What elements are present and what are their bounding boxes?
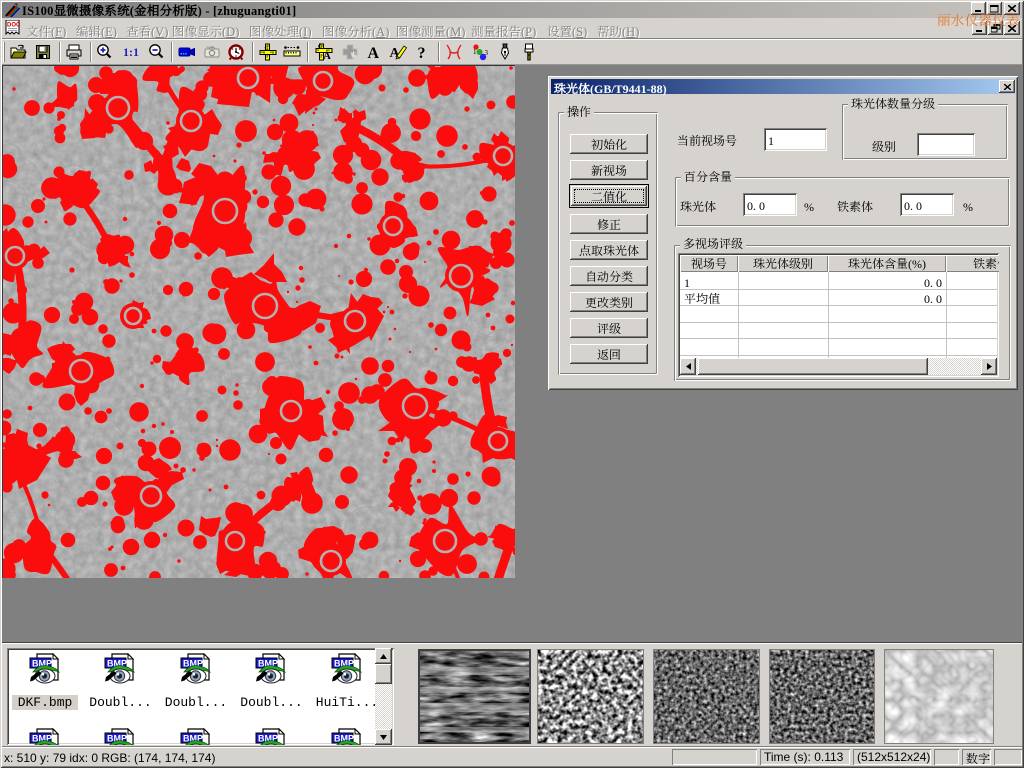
svg-text:C: C [318, 43, 322, 50]
svg-text:3: 3 [485, 48, 489, 58]
svg-text:C: C [265, 45, 269, 52]
svg-text:?: ? [418, 45, 426, 61]
svg-text:1:1: 1:1 [123, 45, 139, 59]
svg-text:A: A [368, 45, 380, 61]
svg-text:A: A [323, 50, 331, 61]
svg-text:1: 1 [473, 47, 477, 57]
